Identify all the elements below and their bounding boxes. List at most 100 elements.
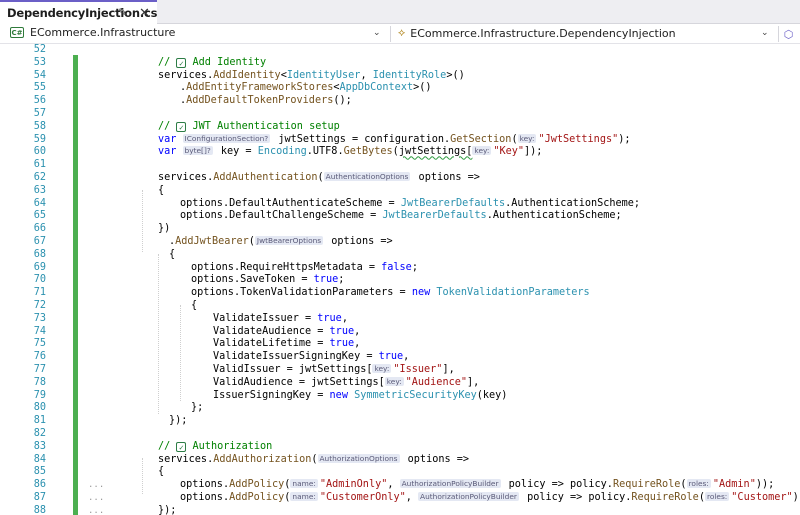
code-line[interactable]: 78 ValidAudience = jwtSettings[key: "Audie… xyxy=(0,376,800,390)
collapsed-region-marker[interactable]: ... xyxy=(88,505,104,515)
code-text[interactable]: { xyxy=(158,466,164,479)
code-line[interactable]: 88...}); xyxy=(0,505,800,515)
code-text[interactable]: // ✓ JWT Authentication setup xyxy=(158,121,340,134)
code-text[interactable]: }) xyxy=(158,223,170,236)
tab-title[interactable]: DependencyInjection.cs xyxy=(7,6,157,20)
code-line[interactable]: 79 IssuerSigningKey = new SymmetricSecuri… xyxy=(0,390,800,403)
code-line[interactable]: 63 { xyxy=(0,185,800,198)
code-line[interactable]: 62 services.AddAuthentication(Authenticat… xyxy=(0,172,800,185)
pin-icon[interactable]: ✎ xyxy=(118,6,127,19)
code-line[interactable]: 72 { xyxy=(0,300,800,313)
code-line[interactable]: 86... options.AddPolicy(name: "AdminOnly",… xyxy=(0,479,800,492)
code-line[interactable]: 74 ValidateAudience = true, xyxy=(0,326,800,339)
code-line[interactable]: 65 options.DefaultChallengeScheme = JwtBe… xyxy=(0,210,800,223)
member-token: GetBytes xyxy=(343,146,393,158)
code-text[interactable]: var byte[]? key = Encoding.UTF8.GetBytes… xyxy=(158,146,542,159)
code-line[interactable]: 83 // ✓ Authorization xyxy=(0,441,800,454)
code-token: { xyxy=(169,248,176,260)
code-text[interactable]: ValidIssuer = jwtSettings[key: "Issuer"], xyxy=(213,364,455,377)
code-line[interactable]: 57 xyxy=(0,108,800,121)
code-text[interactable]: { xyxy=(169,249,175,262)
code-text[interactable]: var IConfigurationSection? jwtSettings =… xyxy=(158,133,631,147)
code-line[interactable]: 54 services.AddIdentity<IdentityUser, Ide… xyxy=(0,70,800,83)
code-token: { xyxy=(191,300,198,311)
code-text[interactable]: services.AddIdentity<IdentityUser, Ident… xyxy=(158,70,465,83)
code-text[interactable]: { xyxy=(158,185,164,198)
code-line[interactable]: 84 services.AddAuthorization(Authorizatio… xyxy=(0,453,800,467)
code-text[interactable]: ValidateLifetime = true, xyxy=(213,338,360,351)
collapsed-region-marker[interactable]: ... xyxy=(88,479,104,492)
code-text[interactable]: IssuerSigningKey = new SymmetricSecurity… xyxy=(213,390,507,403)
code-line[interactable]: 67 .AddJwtBearer(JwtBearerOptions options… xyxy=(0,236,800,249)
code-text[interactable]: // ✓ Authorization xyxy=(158,441,272,454)
code-line[interactable]: 70 options.SaveToken = true; xyxy=(0,274,800,287)
code-text[interactable]: ValidateAudience = true, xyxy=(213,326,360,339)
code-line[interactable]: 59 var IConfigurationSection? jwtSettings… xyxy=(0,133,800,147)
line-number: 86 xyxy=(33,479,46,491)
code-line[interactable]: 69 options.RequireHttpsMetadata = false; xyxy=(0,262,800,275)
navigation-bar: C# ECommerce.Infrastructure ⌄ ⟡ ECommerc… xyxy=(0,24,800,44)
code-text[interactable]: services.AddAuthentication(Authenticatio… xyxy=(158,172,480,185)
project-dropdown[interactable]: C# ECommerce.Infrastructure xyxy=(10,26,175,39)
code-line[interactable]: 56 .AddDefaultTokenProviders(); xyxy=(0,95,800,108)
code-line[interactable]: 55 .AddEntityFrameworkStores<AppDbContext… xyxy=(0,82,800,95)
code-text[interactable]: ValidAudience = jwtSettings[key: "Audienc… xyxy=(213,376,479,390)
code-text[interactable]: options.RequireHttpsMetadata = false; xyxy=(191,262,418,275)
code-text[interactable]: ValidateIssuerSigningKey = true, xyxy=(213,351,409,364)
code-line[interactable]: 60 var byte[]? key = Encoding.UTF8.GetByt… xyxy=(0,146,800,159)
chevron-down-icon[interactable]: ⌄ xyxy=(761,27,769,38)
line-number: 59 xyxy=(33,133,46,145)
code-line[interactable]: 81}); xyxy=(0,415,800,428)
code-line[interactable]: 75 ValidateLifetime = true, xyxy=(0,338,800,351)
code-line[interactable]: 52 xyxy=(0,44,800,57)
code-text[interactable]: // ✓ Add Identity xyxy=(158,57,266,70)
code-line[interactable]: 66}) xyxy=(0,223,800,236)
code-token: options xyxy=(180,479,223,491)
type-dropdown[interactable]: ⟡ ECommerce.Infrastructure.DependencyInj… xyxy=(398,26,676,40)
code-text[interactable]: { xyxy=(191,300,197,313)
code-token: (); xyxy=(333,95,352,107)
line-number: 58 xyxy=(33,120,46,132)
code-text[interactable]: ValidateIssuer = true, xyxy=(213,313,348,326)
code-line[interactable]: 68 { xyxy=(0,249,800,262)
chevron-down-icon[interactable]: ⌄ xyxy=(373,27,381,38)
code-text[interactable]: options.AddPolicy(name: "CustomerOnly", A… xyxy=(180,492,800,505)
member-dropdown-icon[interactable]: ⬡ xyxy=(778,26,798,42)
code-text[interactable]: services.AddAuthorization(AuthorizationO… xyxy=(158,453,469,467)
code-text[interactable]: }; xyxy=(191,402,203,415)
code-text[interactable]: .AddDefaultTokenProviders(); xyxy=(180,95,352,108)
code-text[interactable]: options.DefaultChallengeScheme = JwtBear… xyxy=(180,210,622,223)
line-number: 88 xyxy=(33,504,46,515)
code-line[interactable]: 58 // ✓ JWT Authentication setup xyxy=(0,121,800,134)
code-line[interactable]: 53 // ✓ Add Identity xyxy=(0,57,800,70)
code-line[interactable]: 85 { xyxy=(0,466,800,479)
code-line[interactable]: 77 ValidIssuer = jwtSettings[key: "Issuer"… xyxy=(0,364,800,377)
keyword-token: new xyxy=(411,287,437,299)
code-line[interactable]: 82 xyxy=(0,428,800,441)
code-line[interactable]: 73 ValidateIssuer = true, xyxy=(0,313,800,326)
inlay-hint: roles: xyxy=(686,479,711,489)
collapsed-region-marker[interactable]: ... xyxy=(88,492,104,505)
code-line[interactable]: 61 xyxy=(0,159,800,172)
code-text[interactable]: options.AddPolicy(name: "AdminOnly", Auth… xyxy=(180,479,774,492)
code-line[interactable]: 64 options.DefaultAuthenticateScheme = Jw… xyxy=(0,198,800,211)
code-text[interactable]: }); xyxy=(158,505,176,515)
line-number: 72 xyxy=(33,300,46,311)
code-line[interactable]: 80}; xyxy=(0,402,800,415)
code-text[interactable]: options.SaveToken = true; xyxy=(191,274,344,287)
close-icon[interactable]: ✕ xyxy=(139,5,150,21)
code-text[interactable]: }); xyxy=(169,415,187,428)
code-text[interactable]: options.TokenValidationParameters = new … xyxy=(191,287,590,300)
code-line[interactable]: 87... options.AddPolicy(name: "CustomerOnl… xyxy=(0,492,800,505)
code-token: ValidIssuer = jwtSettings[ xyxy=(213,364,373,375)
code-token: services xyxy=(158,453,208,465)
code-text[interactable]: .AddJwtBearer(JwtBearerOptions options =… xyxy=(169,236,393,249)
code-editor[interactable]: 52 53 // ✓ Add Identity 54 services.AddIdent… xyxy=(0,44,800,515)
code-line[interactable]: 76 ValidateIssuerSigningKey = true, xyxy=(0,351,800,364)
code-text[interactable]: options.DefaultAuthenticateScheme = JwtB… xyxy=(180,198,640,211)
code-line[interactable]: 71 options.TokenValidationParameters = ne… xyxy=(0,287,800,300)
code-token: options xyxy=(191,274,234,286)
check-icon: ✓ xyxy=(176,121,187,132)
code-text[interactable]: .AddEntityFrameworkStores<AppDbContext>(… xyxy=(180,82,432,95)
document-tab[interactable]: DependencyInjection.cs ✎ ✕ xyxy=(0,0,157,24)
